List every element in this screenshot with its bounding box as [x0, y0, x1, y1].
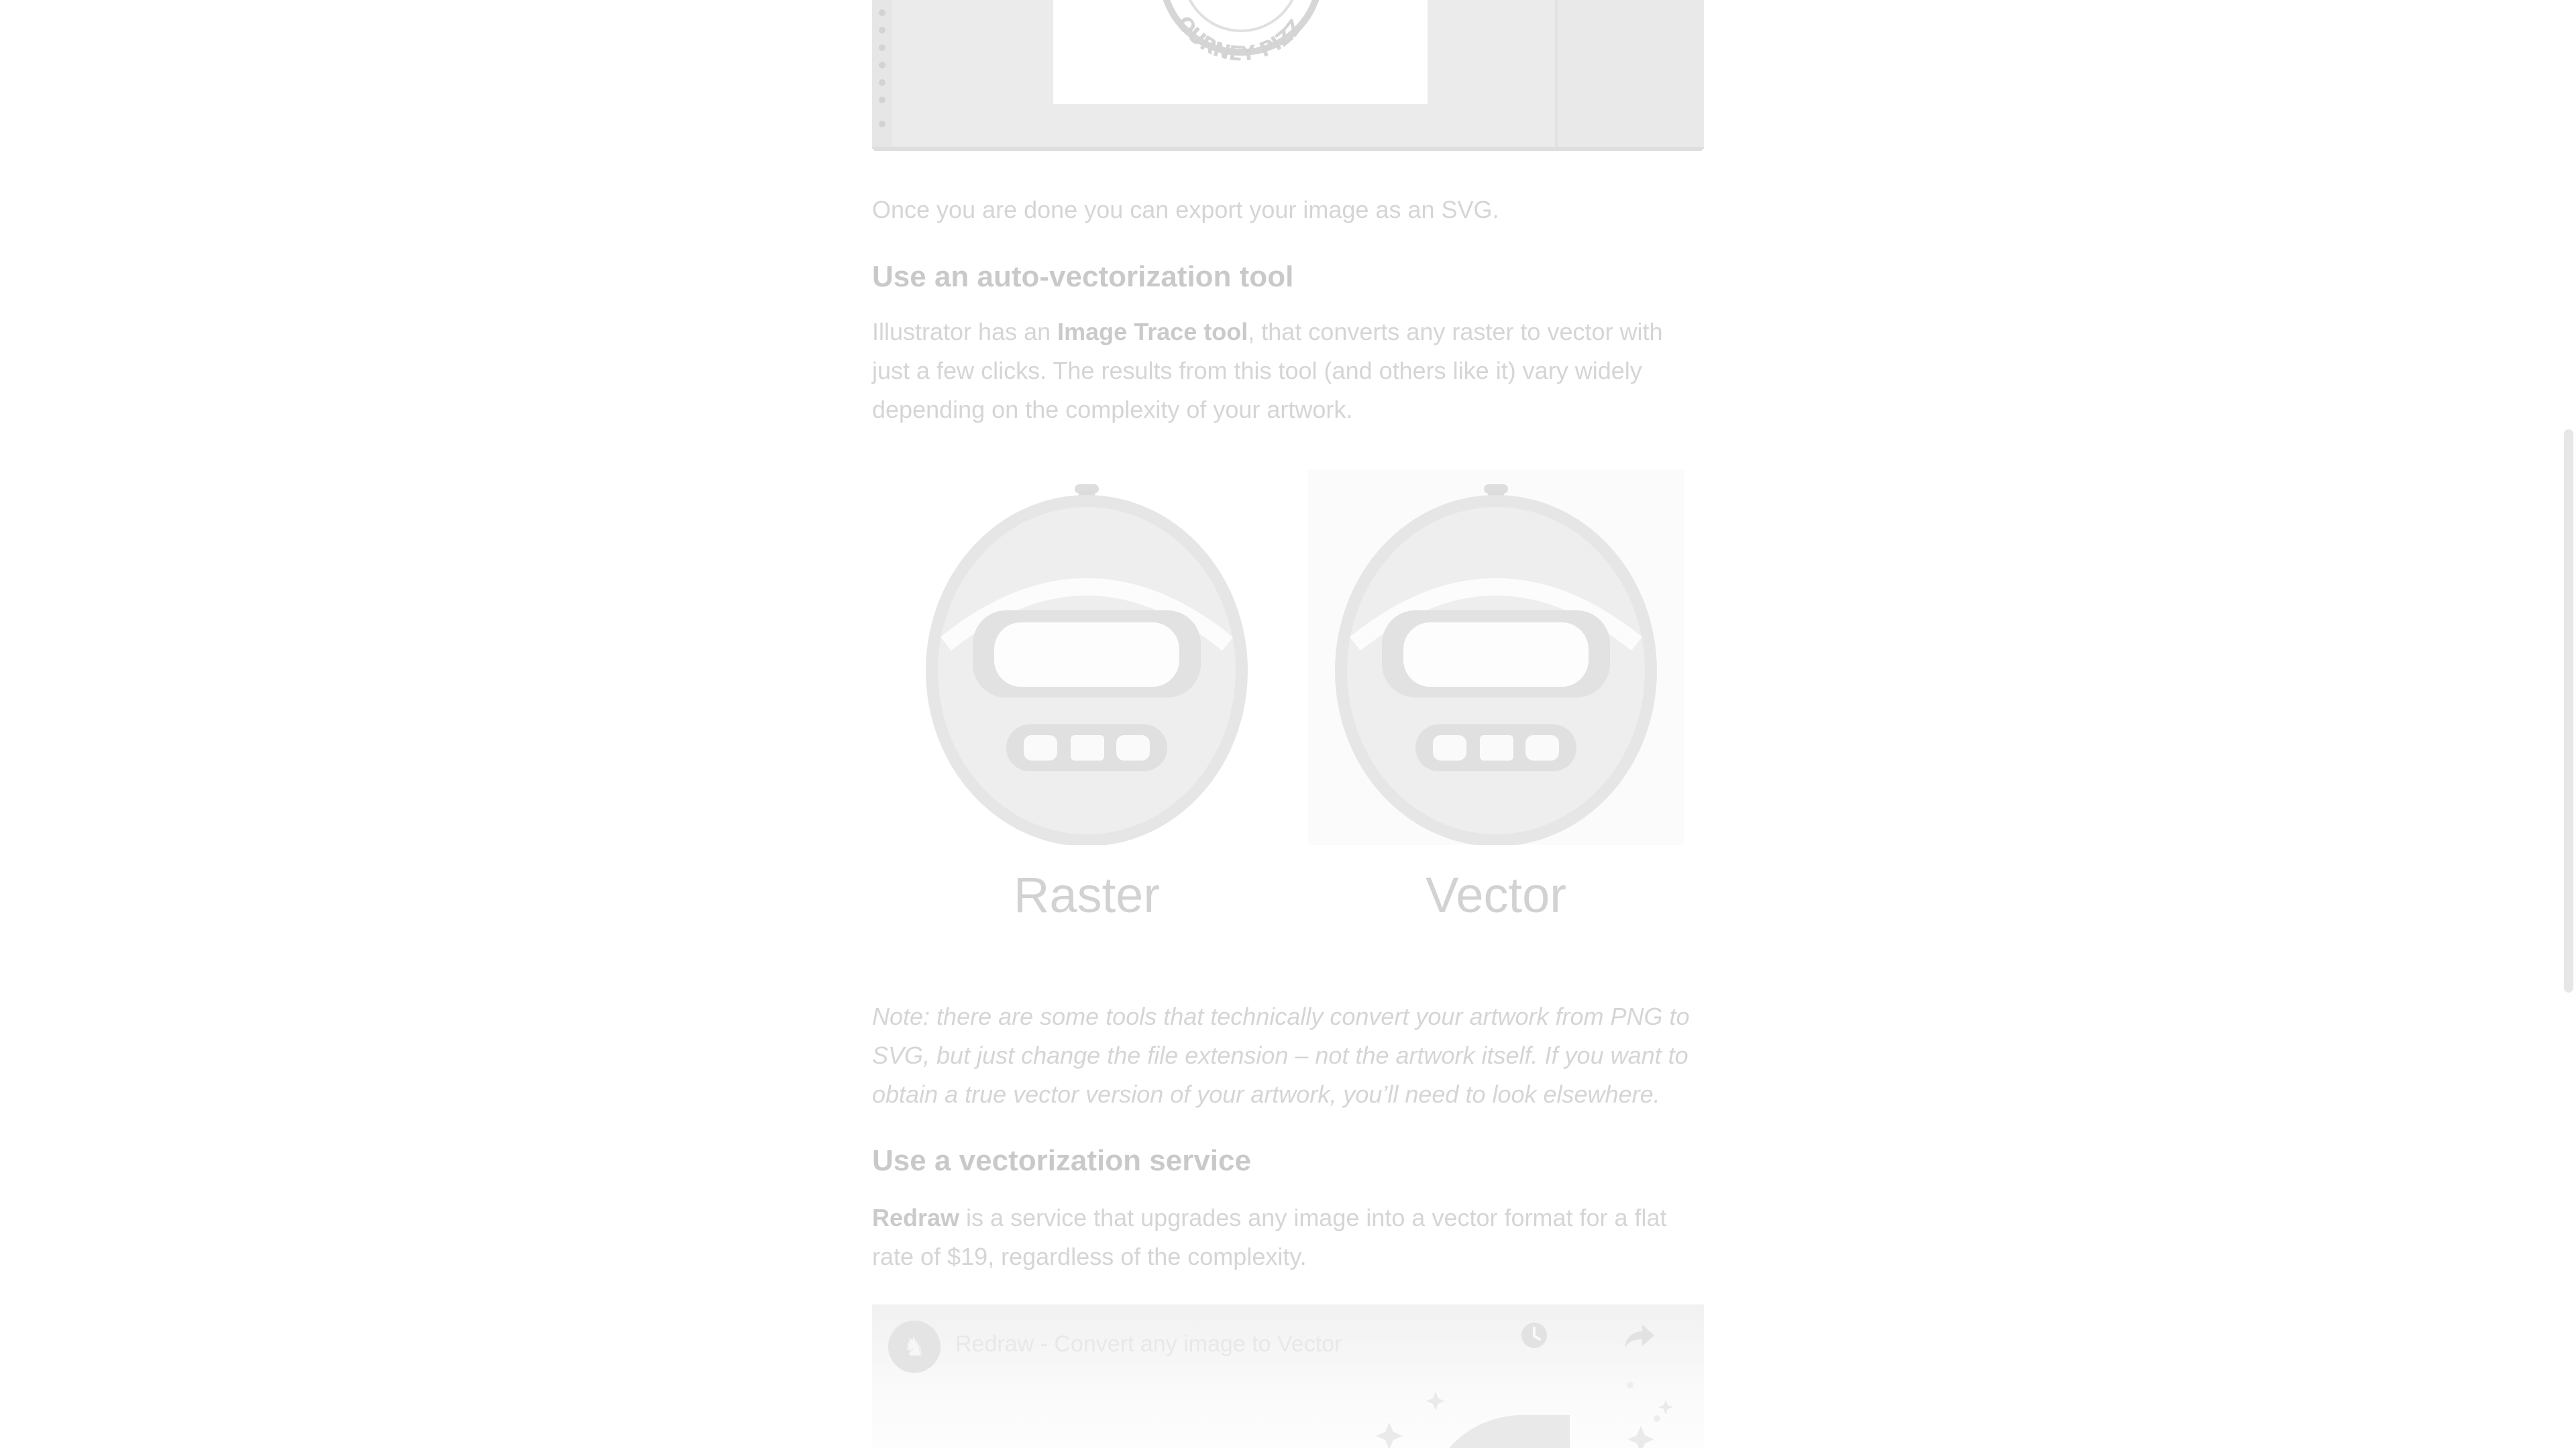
svg-text:OURNEY PIZZ: OURNEY PIZZ [1171, 12, 1307, 66]
auto-vectorization-paragraph: Illustrator has an Image Trace tool, tha… [872, 313, 1704, 429]
tool-strip [872, 0, 892, 151]
heading-vectorization-service: Use a vectorization service [872, 1144, 1251, 1177]
raster-label: Raster [1014, 867, 1160, 923]
youtube-embed[interactable]: ♞ Redraw - Convert any image to Vector [872, 1304, 1704, 1448]
vector-label: Vector [1426, 867, 1566, 923]
auto-para-text-1: Illustrator has an [872, 318, 1058, 345]
status-bar [872, 147, 1704, 151]
pizza-logo-icon: OURNEY PIZZ [1163, 0, 1320, 66]
heading-auto-vectorization: Use an auto-vectorization tool [872, 260, 1294, 293]
robot-icon [1335, 484, 1657, 846]
artboard: OURNEY PIZZ [1053, 0, 1428, 104]
image-trace-link[interactable]: Image Trace tool [1057, 318, 1248, 345]
robot-icon [926, 484, 1248, 846]
raster-robot-image [899, 469, 1275, 846]
properties-panel [1555, 0, 1704, 151]
export-text: Once you are done you can export your im… [872, 196, 1499, 223]
service-para-text: is a service that upgrades any image int… [872, 1204, 1667, 1270]
raster-vector-comparison: Raster Vector [872, 469, 1704, 952]
page-scrollbar[interactable] [2564, 429, 2573, 993]
service-paragraph: Redraw is a service that upgrades any im… [872, 1199, 1704, 1276]
video-thumbnail-art [1376, 1382, 1673, 1448]
vector-robot-image [1308, 469, 1684, 846]
note-paragraph: Note: there are some tools that technica… [872, 1003, 1690, 1108]
illustrator-screenshot: OURNEY PIZZ [872, 0, 1704, 151]
redraw-link[interactable]: Redraw [872, 1204, 959, 1231]
